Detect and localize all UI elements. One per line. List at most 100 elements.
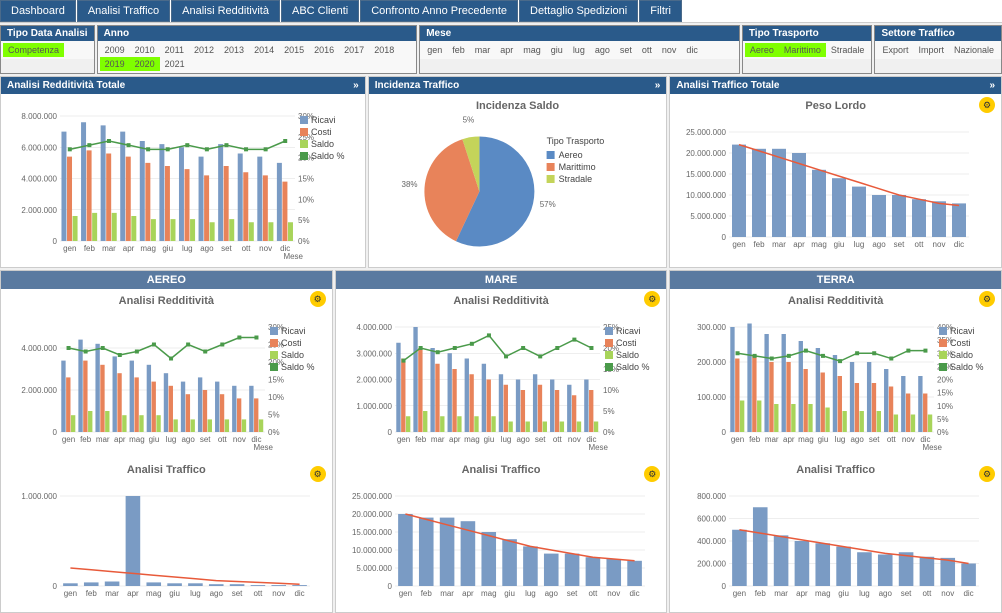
svg-text:mar: mar [775, 589, 789, 598]
svg-text:ott: ott [588, 589, 598, 598]
expand-icon[interactable]: » [353, 80, 359, 91]
svg-text:gen: gen [397, 435, 410, 444]
svg-text:nov: nov [902, 435, 915, 444]
svg-text:800.000: 800.000 [697, 492, 726, 501]
svg-text:apr: apr [123, 244, 135, 253]
svg-text:set: set [566, 589, 577, 598]
filter-option[interactable]: Competenza [3, 43, 64, 57]
svg-text:25.000.000: 25.000.000 [352, 492, 393, 501]
svg-text:giu: giu [818, 435, 829, 444]
svg-text:mag: mag [129, 435, 145, 444]
svg-text:ago: ago [879, 589, 893, 598]
filter-option[interactable]: mar [470, 43, 496, 57]
svg-text:Ricavi: Ricavi [616, 326, 641, 336]
svg-text:4.000.000: 4.000.000 [21, 344, 57, 353]
tab-analisi-traffico[interactable]: Analisi Traffico [77, 0, 170, 22]
tab-analisi-redditività[interactable]: Analisi Redditività [171, 0, 280, 22]
filter-option[interactable]: Export [877, 43, 913, 57]
tab-abc-clienti[interactable]: ABC Clienti [281, 0, 359, 22]
tab-confronto-anno-precedente[interactable]: Confronto Anno Precedente [360, 0, 518, 22]
filter-option[interactable]: 2011 [160, 43, 189, 57]
filter-option[interactable]: lug [568, 43, 590, 57]
svg-text:gen: gen [398, 589, 411, 598]
filter-mese: Mesegenfebmaraprmaggiulugagosetottnovdic [419, 25, 740, 74]
svg-text:apr: apr [114, 435, 126, 444]
filter-option[interactable]: 2021 [160, 57, 190, 71]
col-mare: MARE ⚙ Analisi Redditività01.000.0002.00… [335, 270, 668, 613]
filter-option[interactable]: ott [637, 43, 657, 57]
filter-option[interactable]: Marittimo [779, 43, 826, 57]
filter-option[interactable]: 2019 [100, 57, 130, 71]
filter-option[interactable]: mag [518, 43, 546, 57]
filter-option[interactable]: nov [657, 43, 682, 57]
svg-text:Saldo: Saldo [950, 350, 973, 360]
filter-option[interactable]: 2018 [369, 43, 399, 57]
svg-text:5%: 5% [298, 216, 310, 225]
filter-option[interactable]: Import [913, 43, 949, 57]
filter-option[interactable]: Stradale [826, 43, 870, 57]
svg-text:mar: mar [96, 435, 110, 444]
filter-header: Anno [98, 26, 417, 41]
svg-text:Saldo: Saldo [311, 139, 334, 149]
svg-text:dic: dic [964, 589, 974, 598]
svg-text:0%: 0% [937, 428, 949, 437]
svg-text:nov: nov [568, 435, 581, 444]
filter-option[interactable]: gen [422, 43, 447, 57]
svg-text:apr: apr [796, 589, 808, 598]
svg-text:lug: lug [182, 244, 193, 253]
filter-tipoData: Tipo Data AnalisiCompetenza [0, 25, 95, 74]
svg-text:Marittimo: Marittimo [558, 162, 595, 172]
svg-text:apr: apr [783, 435, 795, 444]
svg-text:set: set [869, 435, 880, 444]
filter-option[interactable]: giu [546, 43, 568, 57]
tab-dashboard[interactable]: Dashboard [0, 0, 76, 22]
svg-text:Mese: Mese [588, 443, 608, 452]
svg-text:ott: ott [242, 244, 252, 253]
filter-option[interactable]: 2010 [130, 43, 160, 57]
section-header: TERRA [670, 271, 1001, 289]
filter-option[interactable]: 2009 [100, 43, 130, 57]
svg-text:Saldo %: Saldo % [281, 362, 315, 372]
svg-text:set: set [894, 240, 905, 249]
tab-filtri[interactable]: Filtri [639, 0, 682, 22]
filter-option[interactable]: apr [495, 43, 518, 57]
filter-option[interactable]: 2016 [309, 43, 339, 57]
svg-text:10.000.000: 10.000.000 [686, 191, 727, 200]
svg-text:set: set [232, 589, 243, 598]
svg-text:ott: ott [253, 589, 263, 598]
svg-text:ott: ott [915, 240, 925, 249]
svg-text:mar: mar [105, 589, 119, 598]
filter-option[interactable]: Aereo [745, 43, 779, 57]
svg-text:100.000: 100.000 [697, 393, 726, 402]
svg-text:lug: lug [859, 589, 870, 598]
tab-dettaglio-spedizioni[interactable]: Dettaglio Spedizioni [519, 0, 638, 22]
svg-text:giu: giu [162, 244, 173, 253]
filter-option[interactable]: 2013 [219, 43, 249, 57]
svg-text:0: 0 [722, 233, 727, 242]
svg-text:10%: 10% [298, 195, 314, 204]
filter-anno: Anno 200920102011201220132014201520162017… [97, 25, 418, 74]
svg-text:15%: 15% [298, 175, 314, 184]
filter-option[interactable]: 2012 [189, 43, 219, 57]
filter-option[interactable]: feb [447, 43, 470, 57]
filter-option[interactable]: Nazionale [949, 43, 999, 57]
svg-text:20%: 20% [937, 376, 953, 385]
expand-icon[interactable]: » [989, 80, 995, 91]
filter-option[interactable]: 2015 [279, 43, 309, 57]
svg-text:nov: nov [259, 244, 272, 253]
filter-option[interactable]: dic [681, 43, 703, 57]
svg-text:set: set [535, 435, 546, 444]
svg-text:2.000.000: 2.000.000 [21, 386, 57, 395]
svg-text:lug: lug [835, 435, 846, 444]
svg-text:Saldo %: Saldo % [311, 151, 345, 161]
filter-option[interactable]: 2014 [249, 43, 279, 57]
filter-option[interactable]: 2017 [339, 43, 369, 57]
svg-text:gen: gen [63, 244, 76, 253]
panel-incidenza: Incidenza Traffico» Incidenza Saldo57%38… [368, 76, 668, 268]
filter-option[interactable]: ago [590, 43, 615, 57]
filter-option[interactable]: 2020 [130, 57, 160, 71]
svg-text:Saldo %: Saldo % [950, 362, 984, 372]
filter-option[interactable]: set [615, 43, 637, 57]
expand-icon[interactable]: » [655, 80, 661, 91]
svg-text:Ricavi: Ricavi [311, 115, 336, 125]
